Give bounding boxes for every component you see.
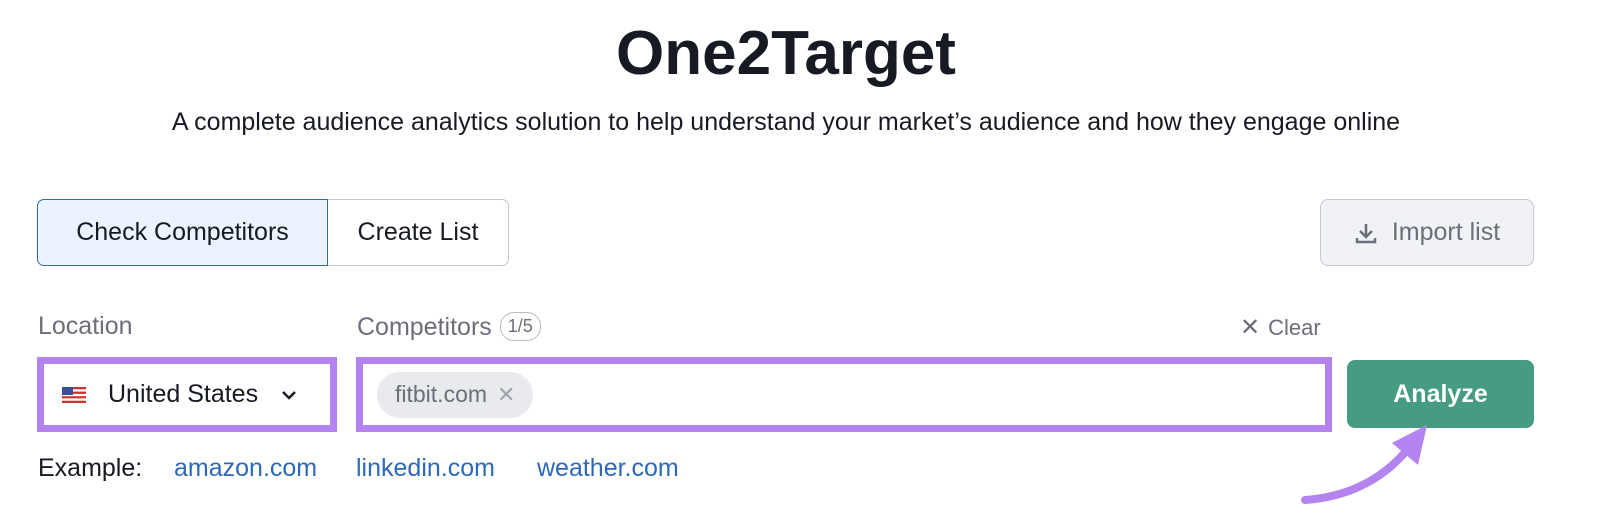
competitor-chip: fitbit.com ✕ xyxy=(377,371,534,418)
page-title: One2Target xyxy=(616,19,956,88)
clear-label: Clear xyxy=(1268,315,1321,340)
import-list-label: Import list xyxy=(1391,218,1501,246)
import-list-button[interactable]: Import list xyxy=(1320,199,1534,266)
tab-create-list[interactable]: Create List xyxy=(327,199,509,266)
example-link-amazon[interactable]: amazon.com xyxy=(174,454,317,483)
location-label: Location xyxy=(38,312,133,340)
page-subtitle: A complete audience analytics solution t… xyxy=(171,108,1401,136)
location-select[interactable]: United States xyxy=(37,357,337,432)
clear-button[interactable]: ✕ Clear xyxy=(1240,313,1321,342)
example-link-linkedin[interactable]: linkedin.com xyxy=(356,454,495,483)
location-value: United States xyxy=(108,380,259,408)
competitor-chip-label: fitbit.com xyxy=(395,381,488,407)
chevron-down-icon xyxy=(282,390,296,400)
competitors-input[interactable]: fitbit.com ✕ xyxy=(356,357,1332,432)
download-icon xyxy=(1355,223,1377,243)
remove-chip-icon[interactable]: ✕ xyxy=(497,382,515,408)
arrow-annotation-icon xyxy=(1301,425,1427,504)
competitors-count-badge: 1/5 xyxy=(499,312,541,341)
example-label: Example: xyxy=(38,454,143,482)
close-icon: ✕ xyxy=(1240,314,1261,341)
example-link-weather[interactable]: weather.com xyxy=(537,454,679,483)
us-flag-icon xyxy=(62,386,86,403)
competitors-label-text: Competitors xyxy=(357,313,492,341)
competitors-label: Competitors 1/5 xyxy=(357,312,541,342)
tab-check-competitors[interactable]: Check Competitors xyxy=(37,199,328,266)
